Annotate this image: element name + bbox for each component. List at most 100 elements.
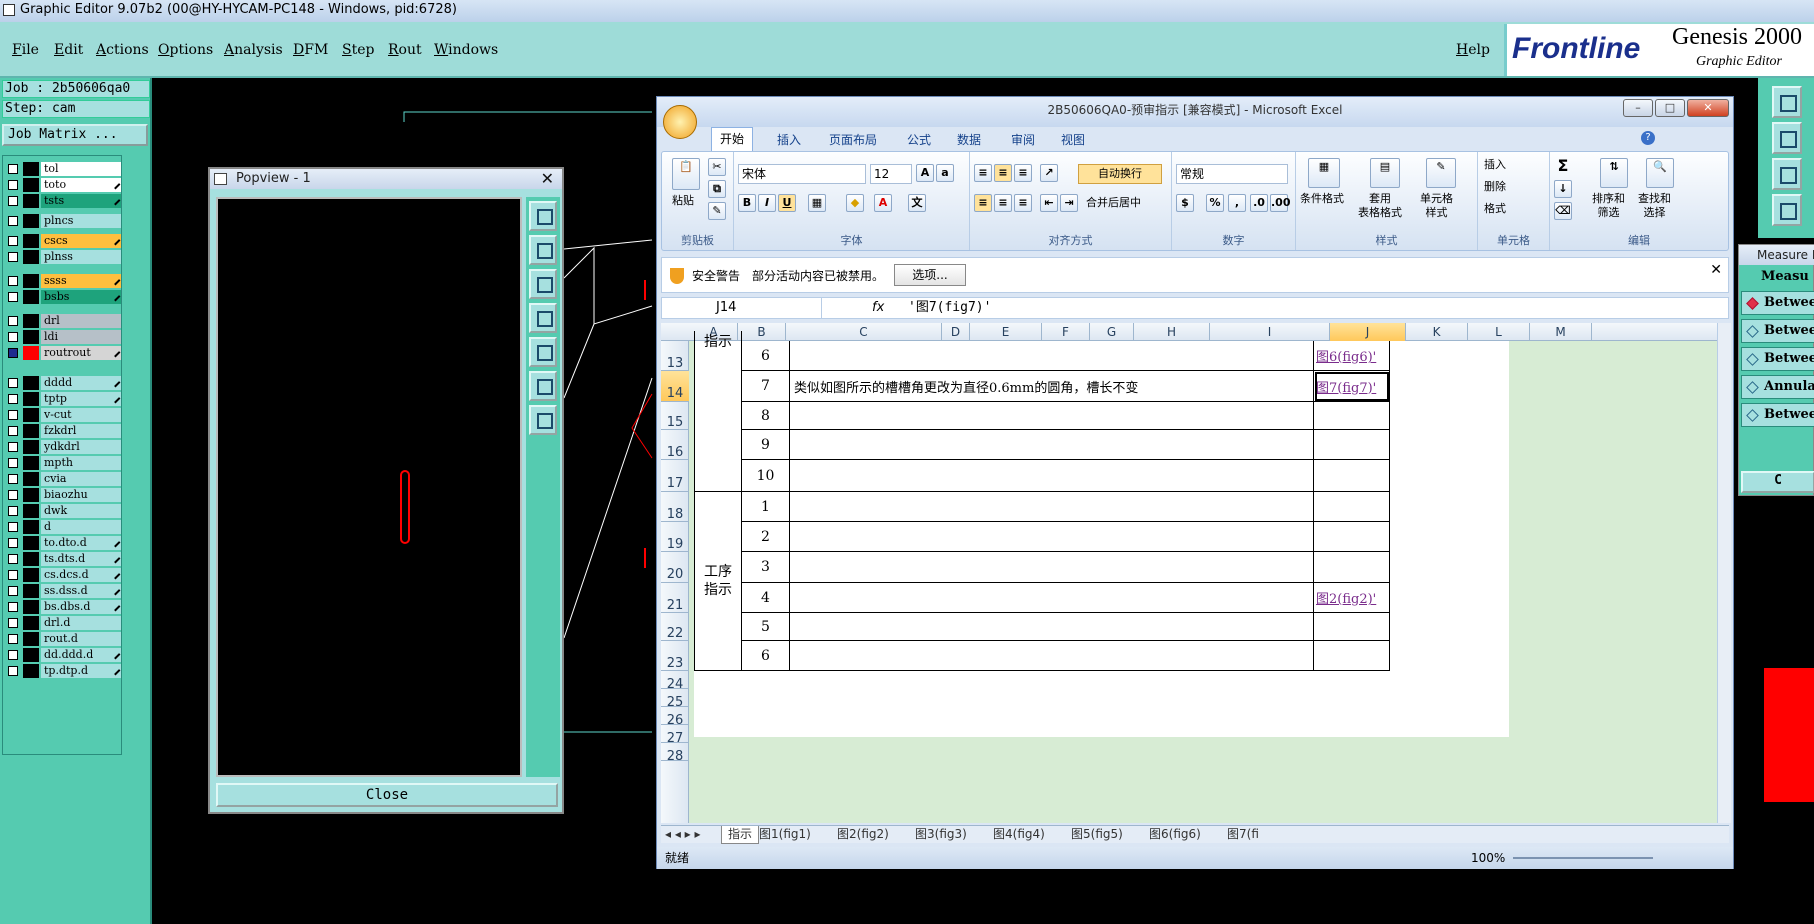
instruction-cell[interactable] <box>790 460 1314 492</box>
layer-checkbox[interactable] <box>8 332 18 342</box>
layer-row-ss-d[interactable]: ss.dss.d <box>5 584 121 598</box>
minimize-icon[interactable]: – <box>1623 99 1653 117</box>
row-number-cell[interactable]: 6 <box>742 341 790 371</box>
layer-checkbox[interactable] <box>8 348 18 358</box>
layer-color-swatch[interactable] <box>23 632 39 646</box>
conditional-format-button[interactable]: 条件格式 <box>1300 192 1344 206</box>
layer-name[interactable]: dwk <box>41 504 121 518</box>
layer-name[interactable]: fzkdrl <box>41 424 121 438</box>
layer-checkbox[interactable] <box>8 666 18 676</box>
conditional-format-icon[interactable]: ▦ <box>1308 158 1340 188</box>
layer-row-mpth[interactable]: mpth <box>5 456 121 470</box>
sheet-tab[interactable]: 图6(fig6) <box>1149 826 1201 843</box>
row-header-26[interactable]: 26 <box>661 707 689 728</box>
row-header-18[interactable]: 18 <box>661 492 689 522</box>
layer-row-dd-d[interactable]: dd.ddd.d <box>5 648 121 662</box>
menu-dfm[interactable]: DFM <box>293 42 328 58</box>
row-header-23[interactable]: 23 <box>661 641 689 671</box>
menu-file[interactable]: File <box>12 42 39 58</box>
layer-name[interactable]: tptp <box>41 392 121 406</box>
instruction-cell[interactable] <box>790 552 1314 583</box>
table-format-icon[interactable]: ▤ <box>1370 158 1400 188</box>
measure-annular[interactable]: Annula <box>1741 375 1814 399</box>
bold-icon[interactable]: B <box>738 194 756 212</box>
row-number-cell[interactable]: 2 <box>742 522 790 552</box>
layer-color-swatch[interactable] <box>23 504 39 518</box>
zoom-out-icon[interactable] <box>1772 122 1802 154</box>
layer-row-fzkdrl[interactable]: fzkdrl <box>5 424 121 438</box>
fx-icon[interactable]: fx <box>872 298 884 318</box>
layer-row-rout[interactable]: routrout <box>5 346 121 360</box>
row-number-cell[interactable]: 9 <box>742 430 790 460</box>
layer-color-swatch[interactable] <box>23 376 39 390</box>
measure-title-bar[interactable]: Measure B <box>1739 245 1814 265</box>
layer-color-swatch[interactable] <box>23 440 39 454</box>
layer-color-swatch[interactable] <box>23 392 39 406</box>
tab-view[interactable]: 视图 <box>1061 131 1085 148</box>
layer-color-swatch[interactable] <box>23 600 39 614</box>
column-header-c[interactable]: C <box>786 323 942 341</box>
layer-color-swatch[interactable] <box>23 330 39 344</box>
layer-row-ydkdrl[interactable]: ydkdrl <box>5 440 121 454</box>
layer-name[interactable]: tp.dtp.d <box>41 664 121 678</box>
layer-checkbox[interactable] <box>8 586 18 596</box>
instruction-cell[interactable] <box>790 402 1314 430</box>
merge-center-button[interactable]: 合并后居中 <box>1086 196 1141 210</box>
row-number-cell[interactable]: 4 <box>742 583 790 613</box>
layer-checkbox[interactable] <box>8 474 18 484</box>
font-color-icon[interactable]: A <box>874 194 892 212</box>
cell-style-icon[interactable]: ✎ <box>1426 158 1456 188</box>
figure-link-cell[interactable] <box>1314 641 1390 671</box>
layer-color-swatch[interactable] <box>23 346 39 360</box>
zoom-home-icon[interactable] <box>529 405 557 435</box>
layer-color-swatch[interactable] <box>23 214 39 228</box>
layer-name[interactable]: drl <box>41 314 121 328</box>
layer-checkbox[interactable] <box>8 634 18 644</box>
row-number-cell[interactable]: 6 <box>742 641 790 671</box>
align-left-icon[interactable]: ≡ <box>974 194 992 212</box>
close-icon[interactable]: ✕ <box>1687 99 1729 117</box>
layer-checkbox[interactable] <box>8 442 18 452</box>
layer-row-bs-d[interactable]: bs.dbs.d <box>5 600 121 614</box>
row-number-cell[interactable]: 5 <box>742 613 790 641</box>
sheet-tab[interactable]: 指示 <box>721 826 760 844</box>
figure-link-cell[interactable]: 图2(fig2)' <box>1314 583 1390 613</box>
layer-name[interactable]: toto <box>41 178 121 192</box>
layer-name[interactable]: routrout <box>41 346 121 360</box>
column-header-g[interactable]: G <box>1090 323 1134 341</box>
cut-icon[interactable]: ✂ <box>708 158 726 176</box>
layer-checkbox[interactable] <box>8 216 18 226</box>
row-header-27[interactable]: 27 <box>661 725 689 746</box>
column-header-m[interactable]: M <box>1530 323 1592 341</box>
layer-checkbox[interactable] <box>8 394 18 404</box>
table-format-button[interactable]: 套用 表格格式 <box>1358 192 1402 220</box>
sheet-tab[interactable]: 图4(fig4) <box>993 826 1045 843</box>
sheet-tab[interactable]: 图7(fi <box>1227 826 1259 843</box>
layer-name[interactable]: cscs <box>41 234 121 248</box>
layer-checkbox[interactable] <box>8 650 18 660</box>
currency-icon[interactable]: $ <box>1176 194 1194 212</box>
pan-left-icon[interactable] <box>529 303 557 333</box>
align-middle-icon[interactable]: ≡ <box>994 164 1012 182</box>
sheet-tab[interactable]: 图3(fig3) <box>915 826 967 843</box>
vertical-scrollbar[interactable] <box>1717 323 1731 823</box>
zoom-level[interactable]: 100% <box>1471 847 1505 869</box>
maximize-icon[interactable]: □ <box>1655 99 1685 117</box>
font-size-select[interactable]: 12 <box>870 164 912 184</box>
layer-row-ss[interactable]: ssss <box>5 274 121 288</box>
align-top-icon[interactable]: ≡ <box>974 164 992 182</box>
row-header-25[interactable]: 25 <box>661 689 689 710</box>
border-icon[interactable]: ▦ <box>808 194 826 212</box>
layer-name[interactable]: plncs <box>41 214 121 228</box>
row-header-19[interactable]: 19 <box>661 522 689 552</box>
layer-row-v-cut[interactable]: v-cut <box>5 408 121 422</box>
figure-link-cell[interactable]: 图7(fig7)' <box>1314 371 1390 402</box>
worksheet-grid[interactable]: ABCDEFGHIJKLM 13 14 15 16 17 18 19 20 21 22 23 24 25… <box>661 323 1717 823</box>
layer-color-swatch[interactable] <box>23 178 39 192</box>
row-number-cell[interactable]: 1 <box>742 492 790 522</box>
layer-name[interactable]: biaozhu <box>41 488 121 502</box>
zoom-in-icon[interactable] <box>1772 86 1802 118</box>
comma-icon[interactable]: , <box>1228 194 1246 212</box>
layer-color-swatch[interactable] <box>23 250 39 264</box>
increase-indent-icon[interactable]: ⇥ <box>1060 194 1078 212</box>
